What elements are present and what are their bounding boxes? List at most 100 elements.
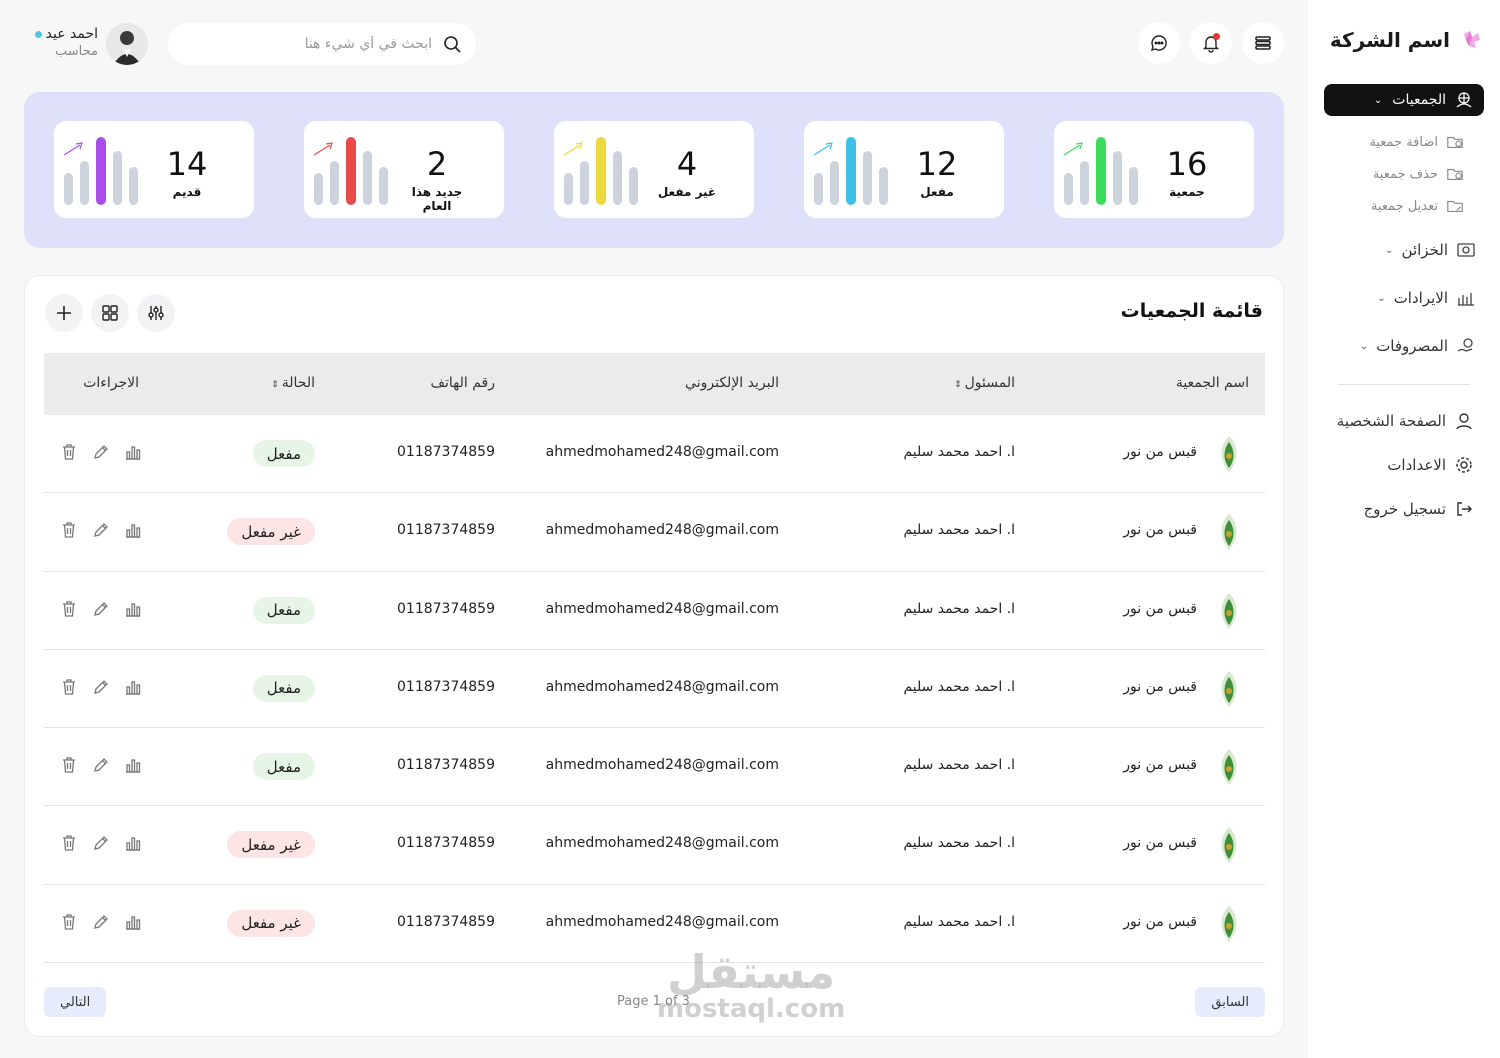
- column-header-phone[interactable]: رقم الهاتف: [431, 375, 495, 391]
- trash-icon[interactable]: [60, 600, 78, 618]
- nav-item-expenses[interactable]: المصروفات ⌄: [1308, 322, 1500, 370]
- subitem-add-association[interactable]: اضافة جمعية: [1308, 126, 1500, 158]
- menu-icon: [1255, 36, 1271, 50]
- sort-icon: ⇕: [271, 380, 279, 390]
- pencil-icon[interactable]: [92, 600, 110, 618]
- table-row[interactable]: قبس من نور ا. احمد محمد سليم ahmedmohamed2…: [44, 885, 1265, 964]
- status-badge: مفعل: [252, 596, 315, 624]
- sort-icon: ⇕: [954, 380, 962, 390]
- trash-icon[interactable]: [60, 521, 78, 539]
- column-header-email[interactable]: البريد الإلكتروني: [685, 375, 779, 391]
- cell-email[interactable]: ahmedmohamed248@gmail.com: [546, 522, 779, 538]
- sliders-icon: [148, 306, 164, 320]
- stat-card[interactable]: 4 غير مفعل: [554, 121, 754, 218]
- stat-card[interactable]: 12 مفعل: [804, 121, 1004, 218]
- user-info[interactable]: احمد عيد محاسب: [24, 26, 98, 59]
- bar-chart-icon[interactable]: [124, 678, 142, 696]
- nav-item-associations[interactable]: الجمعيات ⌄: [1324, 84, 1484, 116]
- bar-chart-icon[interactable]: [124, 443, 142, 461]
- table-row[interactable]: قبس من نور ا. احمد محمد سليم ahmedmohamed2…: [44, 572, 1265, 650]
- pencil-icon[interactable]: [92, 443, 110, 461]
- grid-icon: [102, 305, 118, 321]
- cell-email[interactable]: ahmedmohamed248@gmail.com: [546, 914, 779, 930]
- stat-label: جديد هذا العام: [411, 185, 463, 213]
- subitem-label: حذف جمعية: [1372, 166, 1438, 182]
- nav-item-label: الاعدادات: [1387, 456, 1446, 474]
- user-icon: [1456, 413, 1472, 430]
- grid-view-button[interactable]: [91, 294, 129, 332]
- stat-card[interactable]: 2 جديد هذا العام: [304, 121, 504, 218]
- trash-icon[interactable]: [60, 443, 78, 461]
- search-bar[interactable]: [168, 23, 476, 65]
- cell-email[interactable]: ahmedmohamed248@gmail.com: [546, 757, 779, 773]
- notifications-button[interactable]: [1190, 22, 1232, 64]
- column-header-name[interactable]: اسم الجمعية: [1176, 375, 1249, 391]
- table-row[interactable]: قبس من نور ا. احمد محمد سليم ahmedmohamed2…: [44, 728, 1265, 807]
- table-row[interactable]: قبس من نور ا. احمد محمد سليم ahmedmohamed2…: [44, 806, 1265, 885]
- cell-phone: 01187374859: [397, 600, 495, 617]
- prev-page-button[interactable]: السابق: [1195, 987, 1265, 1017]
- nav-item-revenues[interactable]: الايرادات ⌄: [1308, 274, 1500, 322]
- cell-email[interactable]: ahmedmohamed248@gmail.com: [546, 835, 779, 851]
- pagination: التالي Page 1 of 3 السابق: [44, 987, 1265, 1017]
- table-row[interactable]: قبس من نور ا. احمد محمد سليم ahmedmohamed2…: [44, 415, 1265, 494]
- pencil-icon[interactable]: [92, 913, 110, 931]
- cell-name: قبس من نور: [1123, 678, 1197, 695]
- status-badge: مفعل: [252, 753, 315, 781]
- bar-chart-icon[interactable]: [124, 756, 142, 774]
- pencil-icon[interactable]: [92, 756, 110, 774]
- subitem-edit-association[interactable]: تعديل جمعية: [1308, 190, 1500, 222]
- stat-card[interactable]: 14 قديم: [54, 121, 254, 218]
- pencil-icon[interactable]: [92, 834, 110, 852]
- logout-icon: [1457, 502, 1472, 516]
- subitem-delete-association[interactable]: حذف جمعية: [1308, 158, 1500, 190]
- expenses-icon: [1457, 338, 1473, 352]
- cell-email[interactable]: ahmedmohamed248@gmail.com: [546, 679, 779, 695]
- bar-chart-icon[interactable]: [124, 600, 142, 618]
- pencil-icon[interactable]: [92, 678, 110, 696]
- status-badge: مفعل: [252, 440, 315, 467]
- stat-value: 4: [676, 145, 698, 183]
- nav-item-settings[interactable]: الاعدادات: [1308, 443, 1500, 487]
- trash-icon[interactable]: [60, 834, 78, 852]
- stat-card[interactable]: 16 جمعية: [1054, 121, 1254, 218]
- table-body: قبس من نور ا. احمد محمد سليم ahmedmohamed2…: [44, 415, 1265, 964]
- cell-manager: ا. احمد محمد سليم: [903, 835, 1015, 852]
- nav-item-label: الصفحة الشخصية: [1336, 412, 1446, 430]
- cell-email[interactable]: ahmedmohamed248@gmail.com: [546, 444, 779, 460]
- cell-name: قبس من نور: [1123, 600, 1197, 617]
- top-actions: [1138, 22, 1284, 64]
- column-header-status[interactable]: الحالة⇕: [271, 375, 315, 391]
- search-input[interactable]: [192, 36, 432, 52]
- menu-button[interactable]: [1242, 22, 1284, 64]
- mini-bar-chart-icon: [63, 137, 138, 205]
- chat-button[interactable]: [1138, 22, 1180, 64]
- filter-button[interactable]: [137, 294, 175, 332]
- next-page-button[interactable]: التالي: [44, 987, 107, 1017]
- column-header-label: الحالة: [281, 375, 315, 391]
- bar-chart-icon[interactable]: [124, 834, 142, 852]
- bar-chart-icon[interactable]: [124, 913, 142, 931]
- nav-item-safes[interactable]: الخزائن ⌄: [1308, 226, 1500, 274]
- cell-email[interactable]: ahmedmohamed248@gmail.com: [546, 601, 779, 617]
- nav-item-profile[interactable]: الصفحة الشخصية: [1308, 399, 1500, 443]
- mini-bar-chart-icon: [313, 137, 388, 205]
- stats-panel: 16 جمعية 12 مفعل 4 غير مفعل 2 جديد هذا العام 14 ق…: [24, 92, 1284, 248]
- chevron-down-icon: ⌄: [1385, 244, 1394, 256]
- cell-name: قبس من نور: [1123, 757, 1197, 774]
- folder-remove-icon: [1447, 168, 1463, 180]
- add-button[interactable]: [45, 294, 83, 332]
- user-name-row: احمد عيد: [24, 26, 98, 42]
- table-row[interactable]: قبس من نور ا. احمد محمد سليم ahmedmohamed2…: [44, 493, 1265, 572]
- avatar[interactable]: [106, 23, 148, 65]
- column-header-manager[interactable]: المسئول⇕: [954, 375, 1015, 391]
- trash-icon[interactable]: [60, 913, 78, 931]
- nav-item-logout[interactable]: تسجيل خروج: [1308, 487, 1500, 531]
- bar-chart-icon[interactable]: [124, 521, 142, 539]
- pencil-icon[interactable]: [92, 521, 110, 539]
- mini-bar-chart-icon: [1063, 137, 1138, 205]
- trash-icon[interactable]: [60, 756, 78, 774]
- trash-icon[interactable]: [60, 678, 78, 696]
- brand[interactable]: اسم الشركة: [1308, 14, 1500, 58]
- table-row[interactable]: قبس من نور ا. احمد محمد سليم ahmedmohamed2…: [44, 650, 1265, 729]
